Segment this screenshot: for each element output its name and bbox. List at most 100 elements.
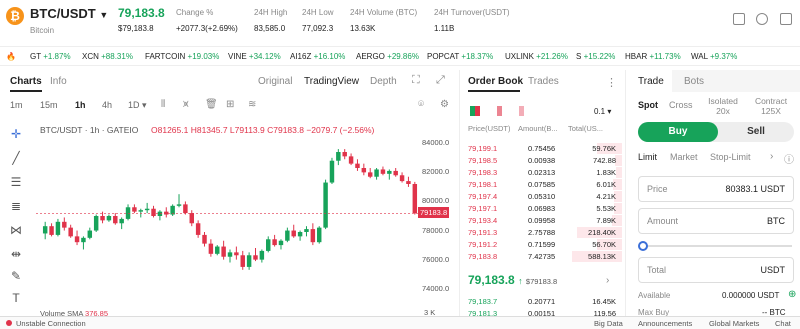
ticker-item[interactable]: GT +1.87%	[30, 52, 71, 61]
candle-body	[183, 204, 188, 214]
more-icon[interactable]: ⋮	[606, 76, 617, 89]
ask-row[interactable]: 79,198.3 0.02313 1.83K	[462, 167, 622, 178]
amount-field[interactable]: Amount BTC	[638, 208, 794, 234]
ask-amount: 7.42735	[528, 252, 556, 261]
ask-row[interactable]: 79,197.4 0.05310 4.21K	[462, 191, 622, 202]
ticker-item[interactable]: UXLINK +21.26%	[505, 52, 568, 61]
ask-row[interactable]: 79,198.5 0.00938 742.88	[462, 155, 622, 166]
mode-cross[interactable]: Cross	[669, 100, 693, 110]
tab-info[interactable]: Info	[50, 76, 67, 87]
settings-icon[interactable]	[780, 13, 792, 25]
tab-charts[interactable]: Charts	[10, 76, 42, 87]
footer-link-global-markets[interactable]: Global Markets	[709, 319, 759, 328]
compass-icon[interactable]	[756, 13, 768, 25]
candle-body	[259, 250, 265, 260]
tab-bots[interactable]: Bots	[684, 76, 704, 87]
last-price: 79,183.8	[118, 6, 165, 20]
info-icon[interactable]: ⓘ	[784, 151, 794, 166]
order-type-market[interactable]: Market	[670, 152, 698, 162]
active-tab-indicator	[468, 90, 520, 92]
ticker-item[interactable]: VINE +34.12%	[228, 52, 281, 61]
ask-row[interactable]: 79,191.3 2.75788 218.40K	[462, 227, 622, 238]
ticker-item[interactable]: AERGO +29.86%	[356, 52, 419, 61]
timeframe-15m[interactable]: 15m	[40, 100, 58, 110]
both-sides-view-icon[interactable]	[470, 106, 480, 116]
layout-icon[interactable]: ⊞	[226, 99, 234, 110]
deposit-icon[interactable]: ⊕	[788, 289, 796, 300]
brush-icon[interactable]: ✎	[8, 268, 24, 284]
pair-selector[interactable]: BTC/USDT ▼	[30, 6, 108, 21]
asks-view-icon[interactable]	[514, 106, 524, 116]
expand-icon[interactable]: ⤢	[436, 74, 445, 87]
calculator-icon[interactable]	[733, 13, 745, 25]
mode-spot[interactable]: Spot	[638, 100, 658, 110]
candle-body	[304, 229, 309, 232]
bids-view-icon[interactable]	[492, 106, 502, 116]
tab-tradingview[interactable]: TradingView	[304, 76, 359, 87]
trash-icon[interactable]: 🗑	[205, 99, 218, 110]
mid-price: 79,183.8 ↑ $79183.8	[468, 273, 558, 287]
tab-trades[interactable]: Trades	[528, 76, 559, 87]
horizontal-lines-icon[interactable]: ☰	[8, 174, 24, 190]
timeframe-1m[interactable]: 1m	[10, 100, 23, 110]
tab-depth[interactable]: Depth	[370, 76, 397, 87]
chevron-right-icon[interactable]: ›	[770, 151, 773, 162]
ask-row[interactable]: 79,198.1 0.07585 6.01K	[462, 179, 622, 190]
footer-link-announcements[interactable]: Announcements	[638, 319, 692, 328]
status-bar: Unstable Connection Big Data Announcemen…	[0, 316, 800, 329]
ask-price: 79,198.5	[468, 156, 498, 165]
ask-row[interactable]: 79,199.1 0.75456 59.76K	[462, 143, 622, 154]
mode-isolated[interactable]: Isolated 20x	[704, 96, 742, 116]
ask-row[interactable]: 79,191.2 0.71599 56.70K	[462, 239, 622, 250]
crosshair-icon[interactable]: ✛	[8, 126, 24, 142]
footer-link-chat[interactable]: Chat	[775, 319, 791, 328]
pair-name: BTC/USDT	[30, 6, 96, 21]
ticker-item[interactable]: HBAR +11.73%	[625, 52, 681, 61]
ticker-item[interactable]: WAL +9.37%	[691, 52, 737, 61]
fullscreen-icon[interactable]: ⛶	[412, 74, 420, 87]
trend-line-icon[interactable]: ╱	[8, 150, 24, 166]
ticker-item[interactable]: FARTCOIN +19.03%	[145, 52, 219, 61]
footer-link-big-data[interactable]: Big Data	[594, 319, 623, 328]
mode-contract[interactable]: Contract 125X	[750, 96, 792, 116]
candlestick-chart[interactable]	[36, 136, 422, 296]
timeframe-1d[interactable]: 1D ▾	[128, 100, 147, 111]
tab-order-book[interactable]: Order Book	[468, 76, 523, 87]
layers-icon[interactable]: ≋	[248, 99, 256, 110]
chart-title: BTC/USDT · 1h · GATEIO	[40, 125, 139, 135]
order-type-limit[interactable]: Limit	[638, 152, 657, 162]
ask-row[interactable]: 79,193.4 0.09958 7.89K	[462, 215, 622, 226]
order-type-stop-limit[interactable]: Stop-Limit	[710, 152, 751, 162]
ticker-item[interactable]: POPCAT +18.37%	[427, 52, 493, 61]
ask-row[interactable]: 79,183.8 7.42735 588.13K	[462, 251, 622, 262]
pattern-icon[interactable]: ⋈	[8, 222, 24, 238]
timeframe-1h[interactable]: 1h	[75, 100, 86, 110]
low-value: 77,092.3	[302, 24, 334, 33]
ticker-item[interactable]: S +15.22%	[576, 52, 615, 61]
amount-slider[interactable]	[638, 241, 794, 251]
tab-original[interactable]: Original	[258, 76, 292, 87]
precision-select[interactable]: 0.1 ▾	[594, 107, 611, 116]
indicator-icon[interactable]: ⩙	[183, 99, 189, 110]
ticker-item[interactable]: AI16Z +16.10%	[290, 52, 345, 61]
text-icon[interactable]: T	[8, 290, 24, 306]
sell-button[interactable]: Sell	[718, 122, 794, 142]
candle-body	[68, 227, 73, 237]
fibonacci-icon[interactable]: ≣	[8, 198, 24, 214]
total-field[interactable]: Total USDT	[638, 257, 794, 283]
bid-row[interactable]: 79,183.7 0.20771 16.45K	[462, 296, 622, 307]
candle-body	[81, 237, 86, 243]
chevron-right-icon[interactable]: ›	[606, 275, 609, 286]
camera-icon[interactable]: ⌾	[418, 99, 424, 110]
buy-button[interactable]: Buy	[638, 122, 718, 142]
ticker-item[interactable]: XCN +88.31%	[82, 52, 133, 61]
ask-amount: 0.02313	[528, 168, 556, 177]
candle-body	[227, 252, 233, 257]
settings-icon[interactable]: ⚙	[440, 99, 449, 110]
candle-type-icon[interactable]: ⫴	[161, 99, 165, 110]
ask-row[interactable]: 79,197.1 0.06983 5.53K	[462, 203, 622, 214]
measure-icon[interactable]: ⇹	[8, 246, 24, 262]
timeframe-4h[interactable]: 4h	[102, 100, 112, 110]
price-field[interactable]: Price 80383.1 USDT	[638, 176, 794, 202]
tab-trade[interactable]: Trade	[638, 76, 664, 87]
